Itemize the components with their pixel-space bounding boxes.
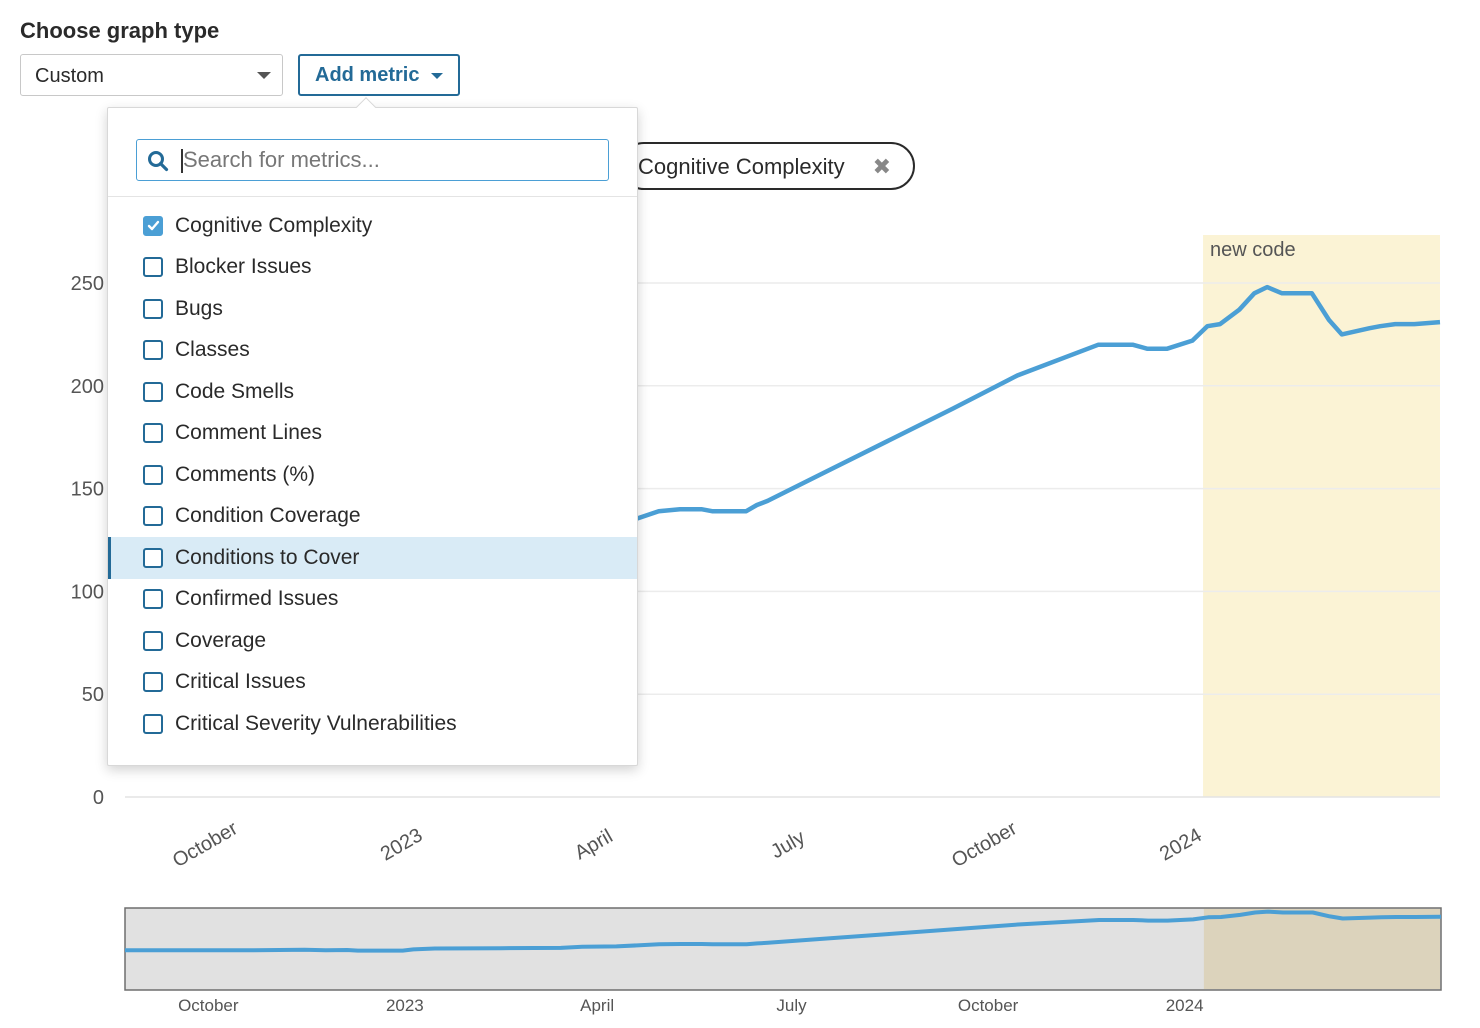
metric-option[interactable]: Coverage bbox=[108, 620, 637, 662]
y-tick-label: 200 bbox=[71, 376, 104, 398]
metric-dropdown: Cognitive Complexity Blocker Issues Bugs Cl… bbox=[107, 97, 638, 766]
metric-option[interactable]: Bugs bbox=[108, 288, 637, 330]
metric-option-label: Comments (%) bbox=[175, 462, 316, 486]
checkbox[interactable] bbox=[143, 713, 163, 734]
metric-option[interactable]: Critical Severity Vulnerabilities bbox=[108, 703, 637, 745]
navigator-tick-label: October bbox=[958, 996, 1019, 1015]
navigator-tick-label: July bbox=[776, 996, 807, 1015]
navigator-tick-label: October bbox=[178, 996, 239, 1015]
metric-option[interactable]: Conditions to Cover bbox=[108, 537, 637, 579]
checkbox[interactable] bbox=[143, 630, 163, 651]
new-code-band bbox=[1203, 235, 1440, 797]
search-icon bbox=[148, 151, 169, 172]
checkbox[interactable] bbox=[143, 298, 163, 319]
metric-option-label: Confirmed Issues bbox=[175, 587, 339, 611]
x-tick-label: October bbox=[169, 817, 242, 872]
new-code-label: new code bbox=[1210, 239, 1296, 261]
checkbox[interactable] bbox=[143, 423, 163, 444]
metric-option[interactable]: Classes bbox=[108, 330, 637, 372]
checkbox[interactable] bbox=[143, 672, 163, 693]
x-tick-label: April bbox=[571, 825, 617, 864]
checkbox[interactable] bbox=[143, 547, 163, 568]
metric-option-label: Comment Lines bbox=[175, 421, 323, 445]
navigator-tick-label: 2024 bbox=[1166, 996, 1204, 1015]
metric-option[interactable]: Code Smells bbox=[108, 371, 637, 413]
metric-option-label: Classes bbox=[175, 338, 250, 362]
metric-option-label: Critical Issues bbox=[175, 670, 306, 694]
checkbox-checked[interactable] bbox=[143, 215, 163, 236]
y-tick-label: 0 bbox=[93, 787, 104, 809]
y-tick-label: 150 bbox=[71, 479, 104, 501]
y-tick-label: 250 bbox=[71, 273, 104, 295]
x-tick-label: October bbox=[948, 817, 1021, 872]
metric-option-label: Cognitive Complexity bbox=[175, 213, 373, 237]
metric-option-label: Critical Severity Vulnerabilities bbox=[175, 711, 457, 735]
metric-option-label: Code Smells bbox=[175, 379, 295, 403]
checkbox[interactable] bbox=[143, 589, 163, 610]
checkbox[interactable] bbox=[143, 340, 163, 361]
navigator-tick-label: April bbox=[580, 996, 614, 1015]
x-tick-label: July bbox=[767, 826, 809, 863]
checkbox[interactable] bbox=[143, 464, 163, 485]
x-tick-label: 2024 bbox=[1156, 824, 1206, 865]
divider bbox=[108, 196, 637, 197]
y-tick-label: 50 bbox=[82, 684, 104, 706]
checkbox[interactable] bbox=[143, 381, 163, 402]
checkbox[interactable] bbox=[143, 506, 163, 527]
metric-option-label: Coverage bbox=[175, 628, 267, 652]
check-icon bbox=[147, 221, 159, 231]
metric-option[interactable]: Cognitive Complexity bbox=[108, 205, 637, 247]
metric-option[interactable]: Condition Coverage bbox=[108, 496, 637, 538]
metric-option-label: Conditions to Cover bbox=[175, 545, 360, 569]
metric-search-input[interactable] bbox=[181, 140, 601, 180]
metric-search[interactable] bbox=[136, 139, 609, 181]
x-tick-label: 2023 bbox=[377, 824, 427, 865]
metric-option[interactable]: Blocker Issues bbox=[108, 247, 637, 289]
metric-option[interactable]: Confirmed Issues bbox=[108, 579, 637, 621]
text-cursor bbox=[181, 149, 183, 173]
metric-option[interactable]: Critical Issues bbox=[108, 662, 637, 704]
metric-option[interactable]: Comments (%) bbox=[108, 454, 637, 496]
metric-option-label: Condition Coverage bbox=[175, 504, 361, 528]
navigator-tick-label: 2023 bbox=[386, 996, 424, 1015]
metric-option-label: Blocker Issues bbox=[175, 255, 312, 279]
y-tick-label: 100 bbox=[71, 581, 104, 603]
metric-option-label: Bugs bbox=[175, 296, 223, 320]
metric-list: Cognitive Complexity Blocker Issues Bugs Cl… bbox=[108, 205, 637, 745]
navigator-new-code-band bbox=[1203, 909, 1440, 989]
checkbox[interactable] bbox=[143, 257, 163, 278]
metric-option[interactable]: Comment Lines bbox=[108, 413, 637, 455]
